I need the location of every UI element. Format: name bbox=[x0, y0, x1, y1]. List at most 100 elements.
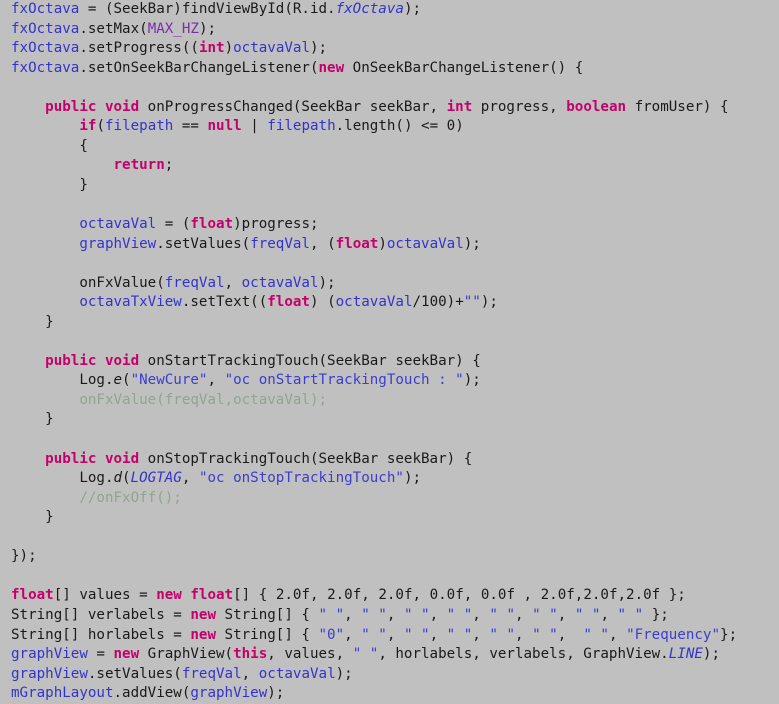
code-token-keyword: if bbox=[79, 118, 97, 135]
code-token-string: " " bbox=[403, 606, 430, 623]
code-token-keyword: int bbox=[198, 40, 225, 57]
code-token-field: freqVal bbox=[250, 235, 310, 252]
code-token-plain: , bbox=[429, 626, 447, 643]
code-line[interactable]: } bbox=[0, 410, 779, 430]
code-token-plain: ) bbox=[378, 235, 387, 252]
code-token-plain: ) ( bbox=[309, 294, 336, 311]
code-line[interactable]: } bbox=[0, 508, 779, 528]
code-token-plain: , bbox=[207, 372, 225, 389]
code-line[interactable]: if(filepath == null | filepath.length() … bbox=[0, 117, 779, 137]
code-token-plain: .setOnSeekBarChangeListener( bbox=[79, 59, 319, 76]
code-token-plain: ); bbox=[480, 294, 498, 311]
code-token-plain: .setText(( bbox=[181, 294, 268, 311]
code-token-plain: ); bbox=[309, 40, 328, 57]
code-token-string: " " bbox=[361, 626, 387, 643]
code-token-italicm: d bbox=[113, 470, 123, 487]
code-token-plain: , bbox=[241, 665, 259, 682]
code-token-string: " " bbox=[489, 626, 515, 643]
code-line[interactable]: graphView.setValues(freqVal, (float)octa… bbox=[0, 235, 779, 255]
code-token-keyword: float bbox=[335, 235, 379, 252]
code-line[interactable]: octavaTxView.setText((float) (octavaVal/… bbox=[0, 293, 779, 313]
code-line[interactable]: //onFxOff(); bbox=[0, 489, 779, 509]
code-token-plain: .setProgress(( bbox=[79, 40, 199, 57]
code-line[interactable]: public void onProgressChanged(SeekBar se… bbox=[0, 98, 779, 118]
code-token-plain: == bbox=[173, 118, 208, 135]
code-token-comment: onFxValue(freqVal,octavaVal); bbox=[11, 391, 328, 408]
code-line[interactable]: }); bbox=[0, 547, 779, 567]
code-line[interactable]: Log.e("NewCure", "oc onStartTrackingTouc… bbox=[0, 371, 779, 391]
code-token-field: filepath bbox=[267, 118, 336, 135]
code-line[interactable] bbox=[0, 567, 779, 587]
code-line[interactable] bbox=[0, 430, 779, 450]
code-line[interactable]: onFxValue(freqVal,octavaVal); bbox=[0, 391, 779, 411]
code-line[interactable]: { bbox=[0, 137, 779, 157]
code-token-string: "oc onStopTrackingTouch" bbox=[198, 470, 404, 487]
code-token-plain: ) bbox=[224, 40, 234, 57]
code-token-italic: LINE bbox=[668, 646, 703, 663]
code-line[interactable] bbox=[0, 528, 779, 548]
code-token-plain: onStartTrackingTouch(SeekBar seekBar) { bbox=[139, 352, 481, 369]
code-line[interactable]: } bbox=[0, 176, 779, 196]
code-line[interactable] bbox=[0, 195, 779, 215]
code-token-string: " " bbox=[583, 626, 609, 643]
code-token-field: graphView bbox=[11, 646, 88, 663]
code-line[interactable] bbox=[0, 254, 779, 274]
code-line[interactable]: fxOctava.setMax(MAX_HZ); bbox=[0, 20, 779, 40]
code-line[interactable]: graphView.setValues(freqVal, octavaVal); bbox=[0, 665, 779, 685]
code-token-plain: , bbox=[429, 606, 447, 623]
code-token-keyword: new bbox=[190, 606, 216, 623]
code-token-plain: ; bbox=[164, 157, 174, 174]
code-line[interactable]: } bbox=[0, 313, 779, 333]
code-token-plain: Log. bbox=[11, 470, 114, 487]
code-editor-view[interactable]: fxOctava = (SeekBar)findViewById(R.id.fx… bbox=[0, 0, 779, 701]
code-token-italicm: e bbox=[113, 372, 123, 389]
code-token-plain: } bbox=[11, 411, 54, 428]
code-token-plain: ); bbox=[403, 470, 422, 487]
code-token-plain: String[] verlabels = bbox=[11, 606, 191, 623]
code-token-plain: /100)+ bbox=[412, 294, 464, 311]
code-token-field: octavaVal bbox=[233, 40, 310, 57]
code-line[interactable]: fxOctava.setProgress((int)octavaVal); bbox=[0, 39, 779, 59]
code-line[interactable]: Log.d(LOGTAG, "oc onStopTrackingTouch"); bbox=[0, 469, 779, 489]
code-line[interactable]: return; bbox=[0, 156, 779, 176]
code-line[interactable]: fxOctava = (SeekBar)findViewById(R.id.fx… bbox=[0, 0, 779, 20]
code-token-string: " " bbox=[574, 606, 601, 623]
code-token-field: graphView bbox=[79, 235, 157, 252]
code-line[interactable]: graphView = new GraphView(this, values, … bbox=[0, 645, 779, 665]
code-line[interactable]: onFxValue(freqVal, octavaVal); bbox=[0, 274, 779, 294]
code-token-string: " " bbox=[403, 626, 430, 643]
code-token-keyword: new bbox=[318, 59, 345, 76]
code-token-italic: LOGTAG bbox=[130, 470, 182, 487]
code-token-plain: ); bbox=[198, 20, 217, 37]
code-token-plain: }; bbox=[643, 606, 669, 623]
code-line[interactable]: float[] values = new float[] { 2.0f, 2.0… bbox=[0, 586, 779, 606]
code-token-plain: = bbox=[87, 646, 114, 663]
code-line[interactable] bbox=[0, 78, 779, 98]
code-token-plain: ); bbox=[318, 274, 336, 291]
code-token-plain: }; bbox=[720, 626, 738, 643]
code-line[interactable]: public void onStopTrackingTouch(SeekBar … bbox=[0, 450, 779, 470]
code-line[interactable]: String[] verlabels = new String[] { " ",… bbox=[0, 606, 779, 626]
code-token-plain: .setValues( bbox=[87, 665, 182, 682]
code-token-plain: ( bbox=[96, 118, 105, 135]
code-token-string: "0" bbox=[318, 626, 345, 643]
code-line[interactable]: mGraphLayout.addView(graphView); bbox=[0, 684, 779, 704]
code-line[interactable]: String[] horlabels = new String[] { "0",… bbox=[0, 626, 779, 646]
code-token-plain: } bbox=[11, 176, 88, 193]
code-line[interactable]: octavaVal = (float)progress; bbox=[0, 215, 779, 235]
code-token-field: fxOctava bbox=[11, 20, 80, 37]
code-token-plain: ( bbox=[122, 372, 131, 389]
code-token-field: octavaVal bbox=[241, 274, 319, 291]
code-token-string: " " bbox=[617, 606, 644, 623]
code-line[interactable]: public void onStartTrackingTouch(SeekBar… bbox=[0, 352, 779, 372]
code-line[interactable] bbox=[0, 332, 779, 352]
code-line[interactable]: fxOctava.setOnSeekBarChangeListener(new … bbox=[0, 59, 779, 79]
code-token-string: " " bbox=[446, 626, 473, 643]
